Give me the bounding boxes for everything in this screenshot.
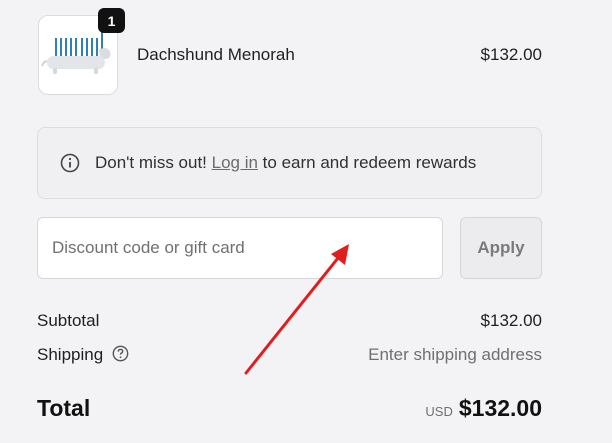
shipping-label: Shipping: [37, 345, 104, 364]
total-amount: $132.00: [458, 395, 542, 421]
product-name: Dachshund Menorah: [137, 45, 295, 64]
total-currency: USD: [425, 404, 453, 419]
discount-code-input[interactable]: [37, 217, 443, 279]
rewards-notice-suffix: to earn and redeem rewards: [257, 153, 477, 172]
total-label: Total: [37, 395, 91, 421]
quantity-badge: 1: [98, 8, 125, 33]
question-circle-icon[interactable]: [112, 345, 129, 362]
total-amount-group: USD $132.00: [425, 395, 542, 422]
shipping-value: Enter shipping address: [368, 345, 542, 364]
rewards-notice-text: Don't miss out! Log in to earn and redee…: [95, 153, 476, 173]
apply-discount-button[interactable]: Apply: [460, 217, 542, 279]
info-icon: [60, 153, 80, 173]
subtotal-label: Subtotal: [37, 311, 100, 330]
product-price: $132.00: [480, 45, 542, 64]
login-link[interactable]: Log in: [212, 153, 258, 172]
subtotal-value: $132.00: [480, 311, 542, 330]
rewards-notice-prefix: Don't miss out!: [95, 153, 212, 172]
